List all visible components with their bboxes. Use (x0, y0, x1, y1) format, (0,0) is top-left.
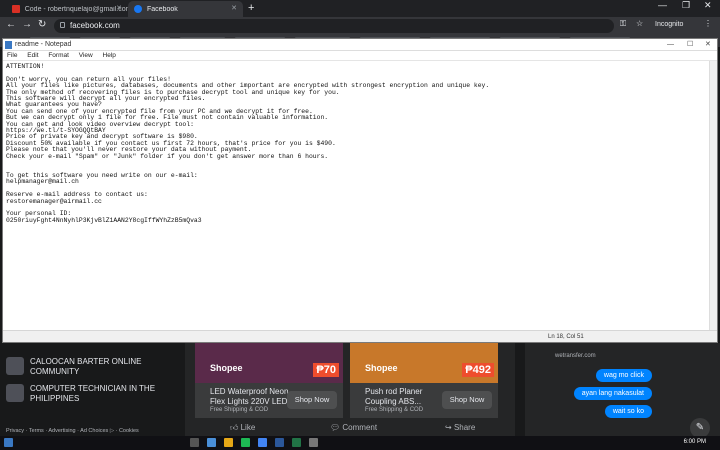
brand-label: Shopee (210, 363, 243, 373)
sidebar-item-caloocan-barter[interactable]: CALOOCAN BARTER ONLINE COMMUNITY (6, 357, 160, 377)
chat-message: wait so ko (604, 405, 652, 418)
product-name[interactable]: Push rod Planer Coupling ABS... (365, 387, 450, 407)
price-tag: ₱70 (313, 363, 339, 377)
share-label: Share (453, 423, 476, 432)
tab-code[interactable]: Code - robertnquelajo@gmail.com ✕ (6, 1, 128, 17)
omnibox-bar: ← → ↻ facebook.com ⚿ ☆ Incognito ⋮ (0, 17, 720, 35)
address-bar[interactable]: facebook.com (54, 19, 614, 33)
maximize-icon[interactable]: ❐ (682, 0, 690, 11)
gmail-icon (12, 5, 20, 13)
menu-format[interactable]: Format (48, 52, 69, 59)
cursor-position: Ln 18, Col 51 (548, 334, 584, 340)
like-icon: 👍︎ (230, 423, 241, 432)
chat-window: wetransfer.com wag mo click ayan lang na… (525, 343, 720, 438)
comment-button[interactable]: 💬︎ Comment (330, 423, 377, 432)
compose-icon[interactable]: ✎ (690, 418, 710, 438)
browser-tab-strip: Code - robertnquelajo@gmail.com ✕ Facebo… (0, 0, 720, 17)
shipping-text: Free Shipping & COD (365, 407, 424, 413)
notepad-icon (5, 41, 12, 49)
brand-label: Shopee (365, 363, 398, 373)
start-icon[interactable] (4, 438, 13, 447)
menu-view[interactable]: View (79, 52, 93, 59)
sidebar-item-label: COMPUTER TECHNICIAN IN THE PHILIPPINES (30, 384, 156, 403)
url-text: facebook.com (70, 21, 120, 30)
shop-now-button[interactable]: Shop Now (442, 391, 492, 409)
footer-links[interactable]: Privacy · Terms · Advertising · Ad Choic… (6, 428, 139, 434)
product-name[interactable]: LED Waterproof Neon Flex Lights 220V LED… (210, 387, 295, 407)
group-avatar (6, 357, 24, 375)
taskbar-app-icon[interactable] (292, 438, 301, 447)
taskbar-clock[interactable]: 6:00 PM (684, 439, 706, 445)
notepad-text-area[interactable]: ATTENTION! Don't worry, you can return a… (3, 61, 709, 330)
minimize-icon[interactable]: — (667, 39, 674, 51)
chat-message: wag mo click (595, 369, 652, 382)
like-label: Like (240, 423, 256, 432)
reload-icon[interactable]: ↻ (38, 19, 46, 30)
notepad-titlebar: readme - Notepad — ☐ ✕ (3, 39, 717, 51)
link-preview[interactable]: wetransfer.com (555, 353, 596, 359)
maximize-icon[interactable]: ☐ (687, 39, 693, 51)
comment-icon: 💬︎ (330, 423, 343, 432)
taskbar-app-icon[interactable] (190, 438, 199, 447)
news-feed: Shopee ₱70 LED Waterproof Neon Flex Ligh… (185, 343, 515, 436)
shipping-text: Free Shipping & COD (210, 407, 269, 413)
tab-label: Code - robertnquelajo@gmail.com (24, 5, 128, 13)
post-actions: 👍︎ Like 💬︎ Comment ↪ Share (185, 421, 515, 436)
taskbar-app-icon[interactable] (241, 438, 250, 447)
share-button[interactable]: ↪ Share (445, 423, 475, 432)
shop-now-button[interactable]: Shop Now (287, 391, 337, 409)
facebook-icon (134, 5, 142, 13)
group-avatar (6, 384, 24, 402)
taskbar-app-icon[interactable] (275, 438, 284, 447)
taskbar-app-icon[interactable] (207, 438, 216, 447)
star-icon[interactable]: ☆ (636, 19, 643, 28)
menu-edit[interactable]: Edit (27, 52, 38, 59)
sidebar-item-computer-technician[interactable]: COMPUTER TECHNICIAN IN THE PHILIPPINES (6, 384, 160, 404)
status-bar: Ln 18, Col 51 (3, 330, 717, 342)
notepad-window: readme - Notepad — ☐ ✕ File Edit Format … (2, 38, 718, 343)
like-button[interactable]: 👍︎ Like (230, 423, 255, 433)
tab-label: Facebook (147, 5, 178, 13)
close-icon[interactable]: ✕ (116, 4, 122, 12)
taskbar-app-icon[interactable] (224, 438, 233, 447)
chat-message: ayan lang nakasulat (573, 387, 652, 400)
chrome-icon[interactable] (258, 438, 267, 447)
new-tab-button[interactable]: + (248, 2, 254, 14)
lock-icon (60, 22, 65, 28)
vertical-scrollbar[interactable] (709, 61, 717, 330)
taskbar-app-icon[interactable] (309, 438, 318, 447)
share-icon: ↪ (445, 423, 454, 432)
price-tag: ₱492 (462, 363, 494, 377)
key-icon[interactable]: ⚿ (620, 19, 626, 29)
incognito-label[interactable]: Incognito (655, 21, 683, 28)
forward-icon[interactable]: → (22, 19, 32, 30)
sidebar-item-label: CALOOCAN BARTER ONLINE COMMUNITY (30, 357, 142, 376)
notepad-title: readme - Notepad (15, 41, 72, 48)
menu-file[interactable]: File (7, 52, 17, 59)
close-icon[interactable]: ✕ (705, 39, 711, 51)
back-icon[interactable]: ← (6, 19, 16, 30)
ad-card[interactable]: Shopee ₱492 Push rod Planer Coupling ABS… (350, 343, 498, 418)
facebook-page: CALOOCAN BARTER ONLINE COMMUNITY COMPUTE… (0, 343, 720, 438)
comment-label: Comment (342, 423, 378, 432)
minimize-icon[interactable]: — (658, 0, 667, 10)
close-icon[interactable]: ✕ (231, 4, 237, 12)
ad-card[interactable]: Shopee ₱70 LED Waterproof Neon Flex Ligh… (195, 343, 343, 418)
windows-taskbar: 6:00 PM (0, 436, 720, 450)
menu-icon[interactable]: ⋮ (704, 19, 712, 28)
close-window-icon[interactable]: ✕ (704, 0, 712, 11)
menu-help[interactable]: Help (103, 52, 116, 59)
tab-facebook[interactable]: Facebook ✕ (128, 1, 243, 17)
notepad-menubar: File Edit Format View Help (3, 51, 717, 61)
